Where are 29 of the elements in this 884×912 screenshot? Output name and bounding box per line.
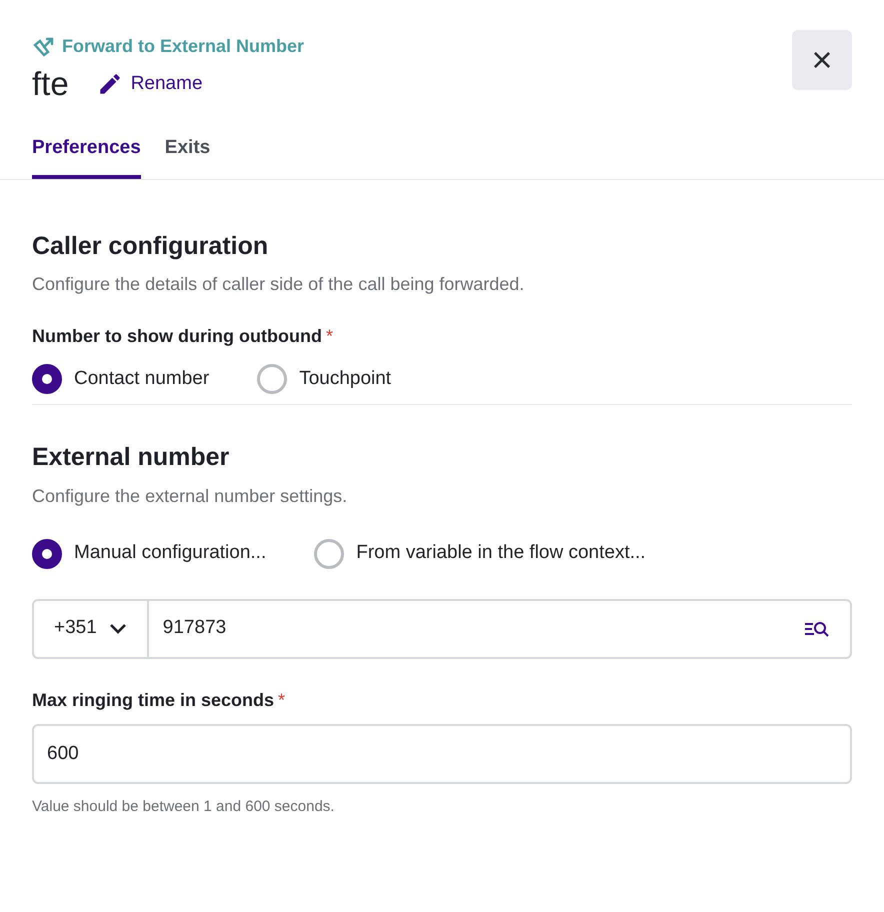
close-button[interactable]: × bbox=[792, 30, 852, 90]
tab[interactable]: Preferences bbox=[32, 134, 141, 178]
radio-option[interactable]: Touchpoint bbox=[257, 364, 392, 394]
tab[interactable]: Exits bbox=[164, 134, 210, 178]
list-search-icon[interactable] bbox=[804, 620, 830, 638]
radio-option[interactable]: Manual configuration... bbox=[32, 538, 266, 568]
section-description: Configure the details of caller side of the call being forwarded. bbox=[32, 273, 526, 296]
field-hint: Value should be between 1 and 600 seconds. bbox=[32, 796, 336, 816]
required-mark: * bbox=[326, 325, 333, 348]
ringing-time-field[interactable]: 600 bbox=[32, 724, 852, 784]
radio-option[interactable]: Contact number bbox=[32, 364, 210, 394]
phone-number-field[interactable]: +351 917873 bbox=[32, 598, 852, 658]
field-label: Number to show during outbound bbox=[32, 325, 322, 348]
field-label: Max ringing time in seconds bbox=[32, 688, 274, 712]
radio-button[interactable] bbox=[314, 538, 344, 568]
node-title: fte bbox=[32, 64, 69, 104]
chevron-down-icon bbox=[108, 622, 127, 634]
required-mark: * bbox=[278, 688, 286, 712]
country-code-dropdown[interactable]: +351 bbox=[34, 600, 149, 656]
rename-button[interactable]: Rename bbox=[96, 70, 203, 98]
radio-button[interactable] bbox=[32, 364, 62, 394]
section-description: Configure the external number settings. bbox=[32, 484, 348, 508]
radio-option[interactable]: From variable in the flow context... bbox=[314, 538, 646, 568]
radio-button[interactable] bbox=[257, 364, 288, 394]
section-heading: Caller configuration bbox=[32, 230, 270, 262]
radio-button[interactable] bbox=[32, 538, 62, 568]
node-type-label: Forward to External Number bbox=[62, 35, 304, 58]
section-heading: External number bbox=[32, 442, 230, 473]
forward-arrow-icon bbox=[32, 36, 56, 58]
